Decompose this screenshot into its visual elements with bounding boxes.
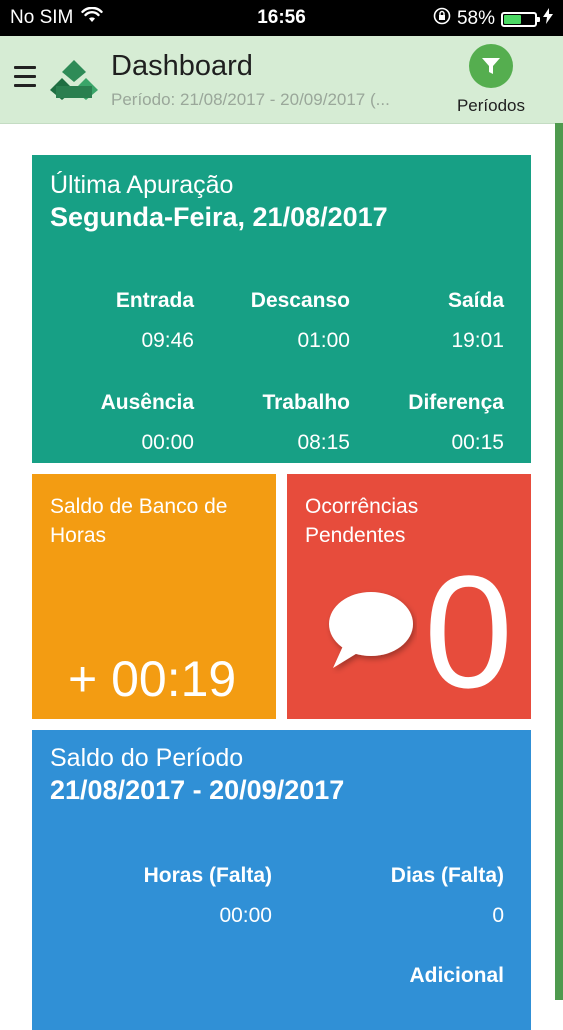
period-balance-card[interactable]: Saldo do Período 21/08/2017 - 20/09/2017… — [32, 730, 531, 1030]
hours-bank-card[interactable]: Saldo de Banco de Horas + 00:19 — [32, 474, 276, 719]
period-balance-title: Saldo do Período — [50, 744, 244, 772]
period-balance-range: 21/08/2017 - 20/09/2017 — [50, 775, 345, 805]
periods-filter-button[interactable]: Períodos — [446, 44, 536, 116]
field-value: 08:15 — [297, 431, 350, 454]
last-check-date: Segunda-Feira, 21/08/2017 — [50, 202, 388, 232]
field-label: Trabalho — [262, 391, 350, 414]
field-descanso: Descanso 01:00 — [222, 289, 350, 353]
occurrences-count: 0 — [424, 542, 513, 721]
battery-percent: 58% — [456, 8, 495, 29]
field-value: 00:00 — [141, 431, 194, 454]
app-logo-icon — [48, 56, 100, 107]
field-value: 00:00 — [219, 904, 272, 927]
field-label: Entrada — [115, 289, 194, 312]
field-hours-missing: Horas (Falta) 00:00 — [102, 864, 272, 928]
field-ausencia: Ausência 00:00 — [72, 391, 194, 455]
field-value: 19:01 — [451, 329, 504, 352]
speech-bubble-icon — [321, 588, 417, 679]
menu-icon-line — [14, 66, 36, 69]
field-saida: Saída 19:01 — [392, 289, 504, 353]
last-check-card[interactable]: Última Apuração Segunda-Feira, 21/08/201… — [32, 155, 531, 463]
field-value: 01:00 — [297, 329, 350, 352]
menu-icon-line — [14, 84, 36, 87]
scrollbar[interactable] — [555, 123, 563, 1000]
last-check-title: Última Apuração — [50, 171, 234, 199]
field-value: 00:15 — [451, 431, 504, 454]
charging-icon — [543, 8, 553, 30]
rotation-lock-icon — [433, 7, 451, 31]
field-label: Saída — [447, 289, 504, 312]
app-header: Dashboard Período: 21/08/2017 - 20/09/20… — [0, 36, 563, 124]
field-value: 09:46 — [141, 329, 194, 352]
menu-icon-line — [14, 75, 36, 78]
status-right: 58% — [433, 7, 553, 31]
period-subtitle: Período: 21/08/2017 - 20/09/2017 (... — [111, 90, 390, 109]
page-title: Dashboard — [111, 50, 253, 82]
field-trabalho: Trabalho 08:15 — [222, 391, 350, 455]
field-label: Adicional — [409, 964, 504, 987]
filter-icon — [469, 44, 513, 88]
field-days-missing: Dias (Falta) 0 — [332, 864, 504, 928]
field-diferenca: Diferença 00:15 — [372, 391, 504, 455]
field-value: 0 — [492, 904, 504, 927]
field-label: Horas (Falta) — [143, 864, 272, 887]
status-bar: No SIM 16:56 58% — [0, 0, 563, 36]
field-additional: Adicional — [332, 964, 504, 988]
field-label: Dias (Falta) — [390, 864, 504, 887]
battery-icon — [501, 11, 540, 27]
field-label: Ausência — [100, 391, 194, 414]
field-label: Descanso — [250, 289, 350, 312]
field-entrada: Entrada 09:46 — [92, 289, 194, 353]
filter-label: Períodos — [456, 96, 526, 115]
field-label: Diferença — [408, 391, 504, 414]
menu-button[interactable] — [14, 66, 36, 88]
hours-bank-title: Saldo de Banco de Horas — [50, 495, 228, 547]
pending-occurrences-card[interactable]: Ocorrências Pendentes 0 — [287, 474, 531, 719]
hours-bank-value: + 00:19 — [68, 651, 237, 707]
